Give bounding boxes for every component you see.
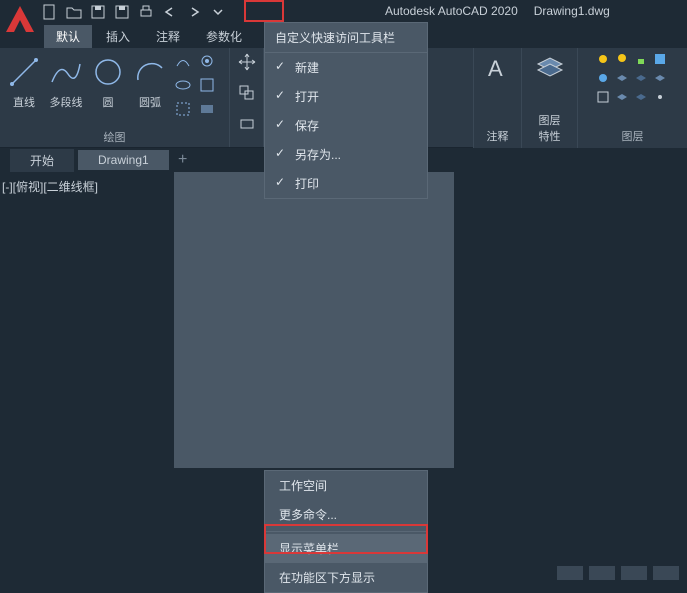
ls-lock-icon[interactable]	[634, 52, 650, 68]
ls-freeze-icon[interactable]	[596, 71, 612, 87]
qat-dropdown-icon[interactable]	[208, 2, 228, 22]
app-name: Autodesk AutoCAD 2020	[385, 4, 518, 18]
highlight-qat-dropdown	[244, 0, 284, 22]
title-bar: Autodesk AutoCAD 2020 Drawing1.dwg	[0, 0, 687, 24]
qat-menu-title: 自定义快速访问工具栏	[265, 23, 427, 53]
panel-title-layer: 图层	[622, 126, 644, 144]
ls-color-icon[interactable]	[653, 52, 669, 68]
qat-menu-show-menubar[interactable]: 显示菜单栏	[265, 534, 427, 563]
tool-move-icon[interactable]	[237, 52, 257, 77]
qat-menu-below-ribbon[interactable]: 在功能区下方显示	[265, 563, 427, 592]
ls-match-icon[interactable]	[596, 90, 612, 106]
qat-print-icon[interactable]	[136, 2, 156, 22]
ls-sun-icon[interactable]	[596, 52, 612, 68]
qat-menu-print[interactable]: 打印	[265, 169, 427, 198]
qat-open-icon[interactable]	[64, 2, 84, 22]
qat-menu-workspace[interactable]: 工作空间	[265, 471, 427, 500]
tool-small-1[interactable]	[174, 52, 194, 72]
file-tab-start[interactable]: 开始	[10, 149, 74, 172]
qat-new-icon[interactable]	[40, 2, 60, 22]
menu-separator	[265, 531, 427, 532]
tool-line[interactable]: 直线	[6, 52, 42, 110]
tool-polyline[interactable]: 多段线	[48, 52, 84, 110]
qat-save-icon[interactable]	[88, 2, 108, 22]
ls-layer4-icon[interactable]	[653, 71, 669, 87]
annotation-icon[interactable]: A	[482, 52, 514, 89]
qat-menu-saveas[interactable]: 另存为...	[265, 140, 427, 169]
qat-customize-menu-lower: 工作空间 更多命令... 显示菜单栏 在功能区下方显示	[264, 470, 428, 593]
svg-text:A: A	[488, 56, 503, 81]
qat-menu-new[interactable]: 新建	[265, 53, 427, 82]
tool-small-4[interactable]	[198, 76, 218, 96]
ls-layer2-icon[interactable]	[615, 71, 631, 87]
panel-title-draw: 绘图	[6, 127, 223, 145]
ls-bulb-icon[interactable]	[615, 52, 631, 68]
file-tab-add[interactable]: +	[173, 150, 193, 170]
tool-small-2[interactable]	[198, 52, 218, 72]
tool-copy-icon[interactable]	[237, 83, 257, 108]
tool-stretch-icon[interactable]	[237, 114, 257, 139]
viewport-label[interactable]: [-][俯视][二维线框]	[2, 178, 98, 195]
tool-arc[interactable]: 圆弧	[132, 52, 168, 110]
layer-props-label: 图层 特性	[539, 112, 561, 144]
tool-small-5[interactable]	[174, 100, 194, 120]
file-tab-drawing[interactable]: Drawing1	[78, 150, 169, 170]
qat-menu-save[interactable]: 保存	[265, 111, 427, 140]
ls-iso-icon[interactable]	[634, 90, 650, 106]
document-name: Drawing1.dwg	[534, 4, 610, 18]
qat-redo-icon[interactable]	[184, 2, 204, 22]
qat-menu-open[interactable]: 打开	[265, 82, 427, 111]
layer-states-grid	[596, 52, 669, 106]
tool-small-6[interactable]	[198, 100, 218, 120]
annotation-label: 注释	[487, 128, 509, 144]
qat-customize-menu: 自定义快速访问工具栏 新建 打开 保存 另存为... 打印	[264, 22, 428, 199]
ls-layer3-icon[interactable]	[634, 71, 650, 87]
app-logo[interactable]	[2, 2, 38, 38]
drawing-area[interactable]	[174, 172, 454, 468]
qat-undo-icon[interactable]	[160, 2, 180, 22]
watermark	[557, 566, 679, 580]
tool-small-3[interactable]	[174, 76, 194, 96]
tab-default[interactable]: 默认	[44, 25, 92, 48]
tab-insert[interactable]: 插入	[94, 25, 142, 48]
tab-parametric[interactable]: 参数化	[194, 25, 254, 48]
qat-saveas-icon[interactable]	[112, 2, 132, 22]
ls-prev-icon[interactable]	[615, 90, 631, 106]
ls-more-icon[interactable]	[653, 90, 669, 106]
layer-props-icon[interactable]	[534, 52, 566, 89]
qat-menu-more[interactable]: 更多命令...	[265, 500, 427, 529]
tool-circle[interactable]: 圆	[90, 52, 126, 110]
tab-annotate[interactable]: 注释	[144, 25, 192, 48]
